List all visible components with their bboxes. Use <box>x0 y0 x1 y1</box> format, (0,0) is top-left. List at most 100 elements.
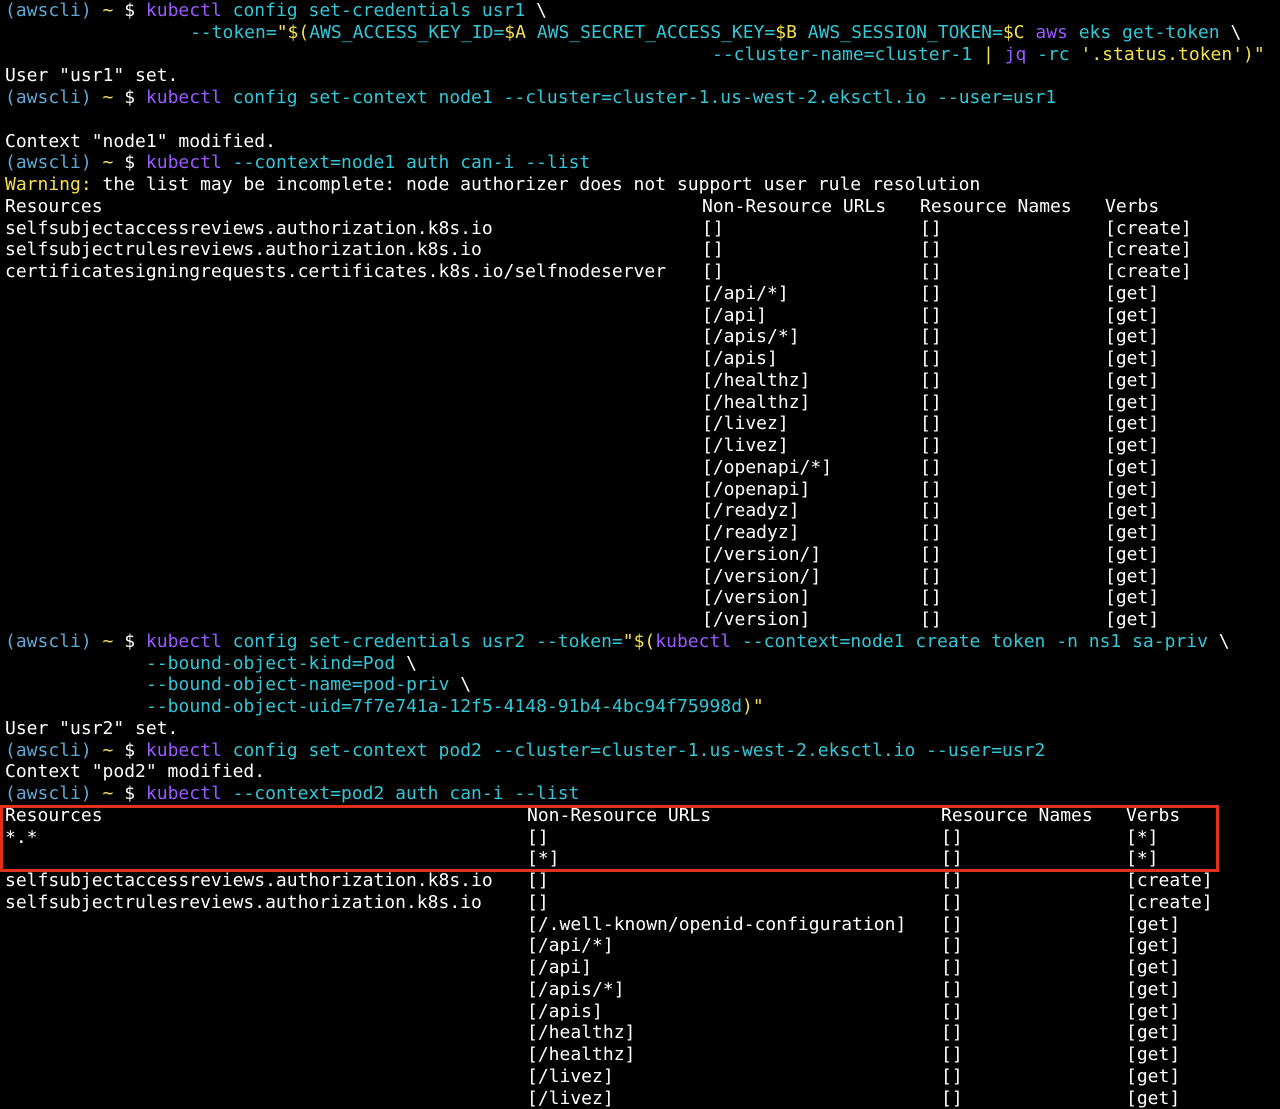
cell-names: [] <box>920 392 942 414</box>
prompt-env: (awscli) <box>5 152 92 173</box>
column-header-urls: Non-Resource URLs <box>527 805 711 827</box>
cell-verbs: [get] <box>1126 914 1180 936</box>
token: User "usr1" set. <box>5 65 178 86</box>
cell-urls: [/apis] <box>527 1001 603 1023</box>
prompt-dollar: $ <box>124 152 135 173</box>
token: --bound-object-uid=7f7e741a-12f5-4148-91… <box>146 696 742 717</box>
cell-urls: [/apis/*] <box>527 979 625 1001</box>
token: AWS_ACCESS_KEY_ID= <box>309 22 504 43</box>
prompt-cwd: ~ <box>103 740 114 761</box>
cell-names: [] <box>941 1022 963 1044</box>
cell-urls: [/livez] <box>527 1088 614 1109</box>
cell-verbs: [create] <box>1105 239 1192 261</box>
command-line: (awscli) ~ $ kubectl config set-credenti… <box>5 0 1280 22</box>
cell-verbs: [*] <box>1126 827 1159 849</box>
token: kubectl <box>146 87 222 108</box>
table1-row: [/version][][get] <box>5 587 1280 609</box>
token: --bound-object-kind=Pod <box>146 653 406 674</box>
table1-row: [/livez][][get] <box>5 413 1280 435</box>
cell-urls: [/livez] <box>702 435 789 457</box>
token: $C <box>1003 22 1025 43</box>
table1-row: [/openapi][][get] <box>5 479 1280 501</box>
cell-names: [] <box>920 544 942 566</box>
table1-row: [/readyz][][get] <box>5 522 1280 544</box>
cell-names: [] <box>920 283 942 305</box>
cell-verbs: [get] <box>1105 500 1159 522</box>
cell-urls: [/healthz] <box>702 370 810 392</box>
table2-row: [/.well-known/openid-configuration][][ge… <box>5 914 1280 936</box>
cell-names: [] <box>941 1066 963 1088</box>
table1-row: [/version/][][get] <box>5 566 1280 588</box>
cell-resources: *.* <box>5 827 38 849</box>
cell-verbs: [get] <box>1126 1066 1180 1088</box>
cell-urls: [/version/] <box>702 566 821 588</box>
cell-urls: [/apis] <box>702 348 778 370</box>
cell-names: [] <box>941 848 963 870</box>
cell-names: [] <box>920 239 942 261</box>
terminal-output: (awscli) ~ $ kubectl config set-credenti… <box>5 0 1280 1109</box>
prompt-dollar: $ <box>124 631 135 652</box>
cell-urls: [/version] <box>702 587 810 609</box>
cell-verbs: [get] <box>1126 957 1180 979</box>
table2-row: [/api][][get] <box>5 957 1280 979</box>
token: "$( <box>277 22 310 43</box>
token: AWS_SESSION_TOKEN= <box>797 22 1003 43</box>
token: config set-context pod2 --cluster=cluste… <box>222 740 1046 761</box>
table1-row: [/api/*][][get] <box>5 283 1280 305</box>
cell-verbs: [get] <box>1105 522 1159 544</box>
table2-row: selfsubjectrulesreviews.authorization.k8… <box>5 892 1280 914</box>
token: --bound-object-name=pod-priv <box>146 674 460 695</box>
token: \ <box>460 674 471 695</box>
token: )" <box>742 696 764 717</box>
cell-names: [] <box>941 870 963 892</box>
table1-header: ResourcesNon-Resource URLsResource Names… <box>5 196 1280 218</box>
token: --context=pod2 auth can-i --list <box>222 783 580 804</box>
table1-row: [/readyz][][get] <box>5 500 1280 522</box>
cell-names: [] <box>920 566 942 588</box>
prompt-dollar: $ <box>124 0 135 21</box>
cell-names: [] <box>920 479 942 501</box>
token: '.status.token' <box>1080 44 1243 65</box>
command-continuation: --cluster-name=cluster-1 | jq -rc '.stat… <box>5 44 1280 66</box>
token: \ <box>1230 22 1241 43</box>
cell-resources: selfsubjectaccessreviews.authorization.k… <box>5 870 493 892</box>
token: --token= <box>190 22 277 43</box>
column-header-urls: Non-Resource URLs <box>702 196 886 218</box>
table2-header: ResourcesNon-Resource URLsResource Names… <box>5 805 1280 827</box>
column-header-resources: Resources <box>5 196 103 218</box>
table2-row: selfsubjectaccessreviews.authorization.k… <box>5 870 1280 892</box>
cell-names: [] <box>941 1044 963 1066</box>
prompt-env: (awscli) <box>5 740 92 761</box>
token: eks get-token <box>1068 22 1231 43</box>
command-continuation: --bound-object-uid=7f7e741a-12f5-4148-91… <box>5 696 1280 718</box>
cell-names: [] <box>920 326 942 348</box>
column-header-names: Resource Names <box>941 805 1093 827</box>
cell-urls: [/api] <box>527 957 592 979</box>
cell-names: [] <box>941 914 963 936</box>
prompt-cwd: ~ <box>103 783 114 804</box>
cell-verbs: [get] <box>1126 1001 1180 1023</box>
token: )" <box>1243 44 1265 65</box>
table1-row: [/version/][][get] <box>5 544 1280 566</box>
token: the list may be incomplete: node authori… <box>92 174 981 195</box>
prompt-dollar: $ <box>124 740 135 761</box>
table1-row: [/apis/*][][get] <box>5 326 1280 348</box>
cell-names: [] <box>920 218 942 240</box>
token: AWS_SECRET_ACCESS_KEY= <box>526 22 775 43</box>
cell-urls: [] <box>702 261 724 283</box>
table1-row: [/api][][get] <box>5 305 1280 327</box>
output-line: User "usr1" set. <box>5 65 1280 87</box>
command-line: (awscli) ~ $ kubectl config set-credenti… <box>5 631 1280 653</box>
token: User "usr2" set. <box>5 718 178 739</box>
cell-resources: selfsubjectrulesreviews.authorization.k8… <box>5 892 482 914</box>
cell-resources: selfsubjectaccessreviews.authorization.k… <box>5 218 493 240</box>
cell-verbs: [*] <box>1126 848 1159 870</box>
cell-resources: selfsubjectrulesreviews.authorization.k8… <box>5 239 482 261</box>
cell-verbs: [get] <box>1126 1088 1180 1109</box>
token: kubectl <box>146 631 222 652</box>
prompt-cwd: ~ <box>103 152 114 173</box>
token: kubectl <box>146 783 222 804</box>
cell-urls: [/healthz] <box>702 392 810 414</box>
token: config set-credentials usr1 <box>222 0 536 21</box>
table2-row: [/livez][][get] <box>5 1088 1280 1109</box>
